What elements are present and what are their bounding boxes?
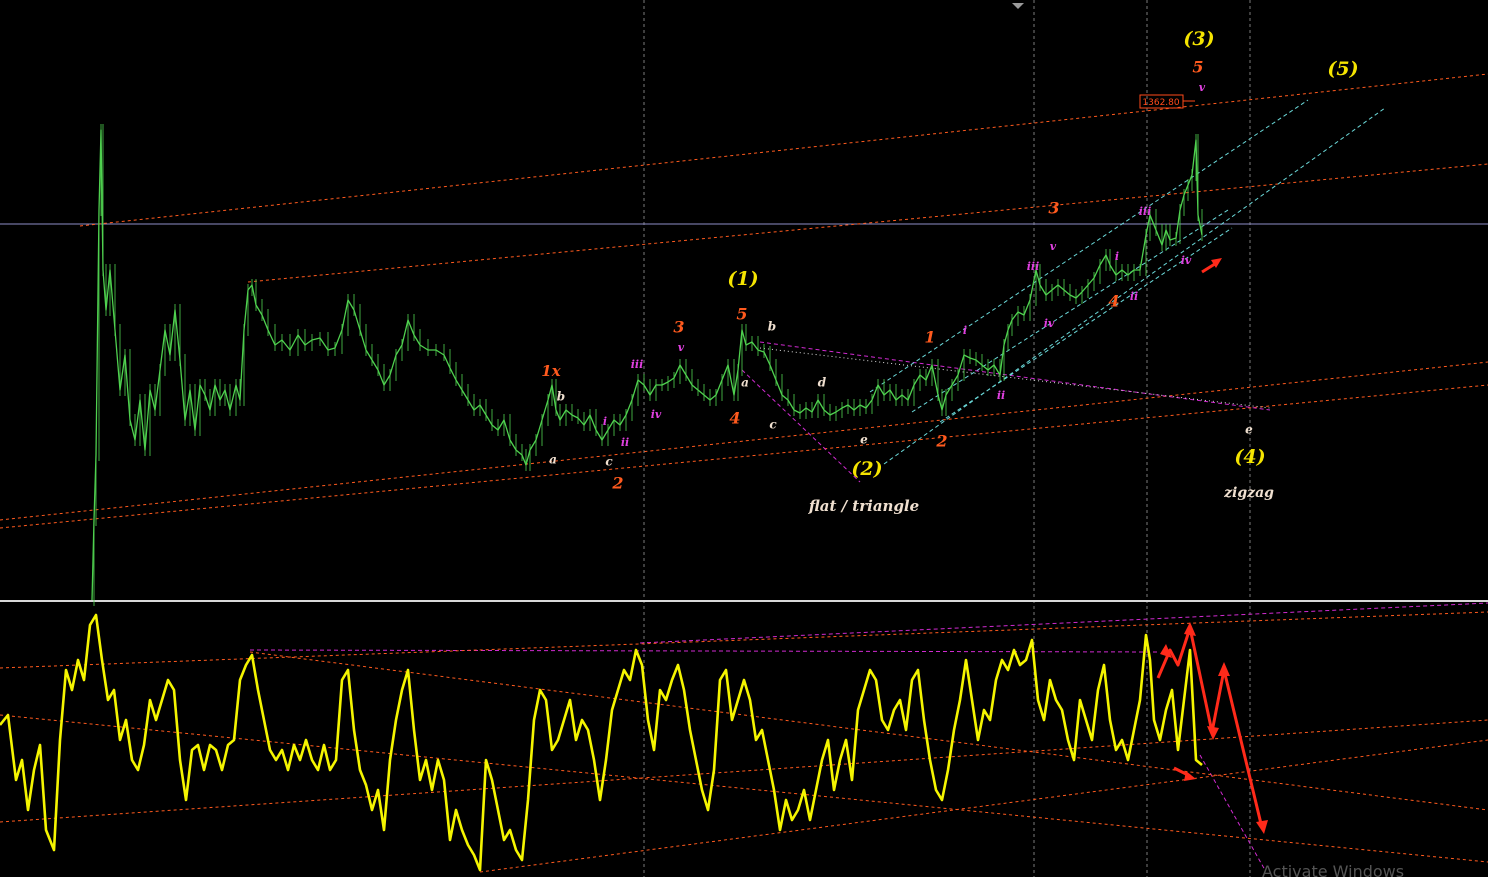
wave-label: iv bbox=[651, 408, 662, 421]
red-arrow-head bbox=[1207, 726, 1219, 740]
wave-label: i bbox=[1115, 250, 1119, 263]
wave-label: c bbox=[769, 418, 777, 432]
wave-label: v bbox=[678, 341, 685, 354]
wave-label: 4 bbox=[1108, 292, 1119, 311]
price-box-text: 1362.80 bbox=[1142, 98, 1179, 108]
wave-label: 5 bbox=[1192, 58, 1203, 77]
wave-label: ii bbox=[1130, 290, 1138, 303]
wave-label: (3) bbox=[1183, 28, 1214, 50]
oscillator-line bbox=[0, 613, 1203, 872]
osc-orange-line bbox=[479, 739, 1488, 873]
red-arrow-head bbox=[1256, 820, 1268, 834]
wave-label: (1) bbox=[727, 268, 758, 290]
red-arrow-head bbox=[1184, 771, 1196, 781]
white-dotted-line bbox=[759, 347, 1271, 409]
wave-label: zigzag bbox=[1223, 485, 1274, 501]
wave-label: 1 bbox=[924, 328, 935, 347]
wave-label: iv bbox=[1181, 254, 1192, 267]
wave-label: 2 bbox=[611, 474, 623, 493]
wave-label: 1x bbox=[541, 362, 561, 380]
wave-label: i bbox=[603, 415, 607, 428]
wave-label: 3 bbox=[1048, 199, 1059, 218]
wave-label: iii bbox=[1027, 260, 1040, 273]
magenta-triangle-line bbox=[759, 341, 1271, 411]
wave-label: 4 bbox=[729, 409, 740, 428]
wave-label: b bbox=[768, 320, 776, 334]
orange-trend-line bbox=[247, 163, 1488, 283]
wave-labels: (3)5v(5)3viiiiiii ivii4ivi1ii2(1)5b3viiii… bbox=[541, 28, 1358, 515]
wave-label: 2 bbox=[935, 432, 947, 451]
cyan-channel-line bbox=[911, 209, 1229, 413]
oscillator-trend-lines bbox=[0, 602, 1488, 873]
osc-orange-line bbox=[0, 714, 1488, 863]
wave-label: v bbox=[1050, 240, 1057, 253]
wave-label: a bbox=[549, 453, 557, 467]
wave-label: v bbox=[1199, 81, 1206, 94]
red-arrow-head bbox=[1218, 662, 1230, 676]
wave-label: a bbox=[741, 376, 749, 390]
wave-label: e bbox=[1245, 423, 1253, 437]
osc-orange-line bbox=[0, 719, 1488, 823]
wave-label: e bbox=[860, 433, 868, 447]
elliott-wave-chart: (3)5v(5)3viiiiiii ivii4ivi1ii2(1)5b3viiii… bbox=[0, 0, 1488, 877]
wave-label: (2) bbox=[851, 458, 882, 480]
wave-label: d bbox=[818, 376, 827, 390]
wave-label: flat / triangle bbox=[808, 497, 919, 515]
oscillator-series bbox=[0, 613, 1203, 872]
wave-label: 5 bbox=[736, 305, 747, 324]
osc-orange-line bbox=[0, 611, 1488, 669]
osc-magenta-line bbox=[249, 649, 1161, 653]
osc-magenta-line bbox=[1199, 754, 1266, 871]
price-box: 1362.80 bbox=[1139, 94, 1195, 109]
magenta-triangle-line bbox=[741, 369, 861, 483]
scroll-marker[interactable] bbox=[1012, 3, 1024, 9]
wave-label: i bbox=[963, 324, 967, 337]
wave-label: ii bbox=[997, 389, 1005, 402]
price-line bbox=[91, 129, 1203, 601]
wave-label: iii bbox=[1139, 205, 1152, 218]
wave-label: c bbox=[605, 455, 613, 469]
wave-label: b bbox=[557, 390, 565, 404]
grid-lines bbox=[0, 0, 1488, 877]
wave-label: 3 bbox=[673, 318, 684, 337]
osc-magenta-line bbox=[639, 602, 1488, 644]
orange-trend-line bbox=[79, 73, 1488, 227]
cyan-channel-line bbox=[883, 107, 1386, 465]
red-arrow-head bbox=[1184, 622, 1196, 636]
wave-label: (4) bbox=[1234, 446, 1265, 468]
chart-stage: (3) 5 v (5) 3 v iii iii i iv ii 4 iv i 1 ii 2 (1) 5 b 3 v iii i… bbox=[0, 0, 1488, 877]
wave-label: ii bbox=[621, 436, 629, 449]
wave-label: iv bbox=[1044, 317, 1055, 330]
wave-label: (5) bbox=[1327, 58, 1358, 80]
price-series bbox=[91, 124, 1203, 606]
cyan-channel-line bbox=[869, 99, 1309, 393]
activate-windows-watermark: Activate Windows bbox=[1262, 862, 1404, 877]
wave-label: iii bbox=[631, 358, 644, 371]
